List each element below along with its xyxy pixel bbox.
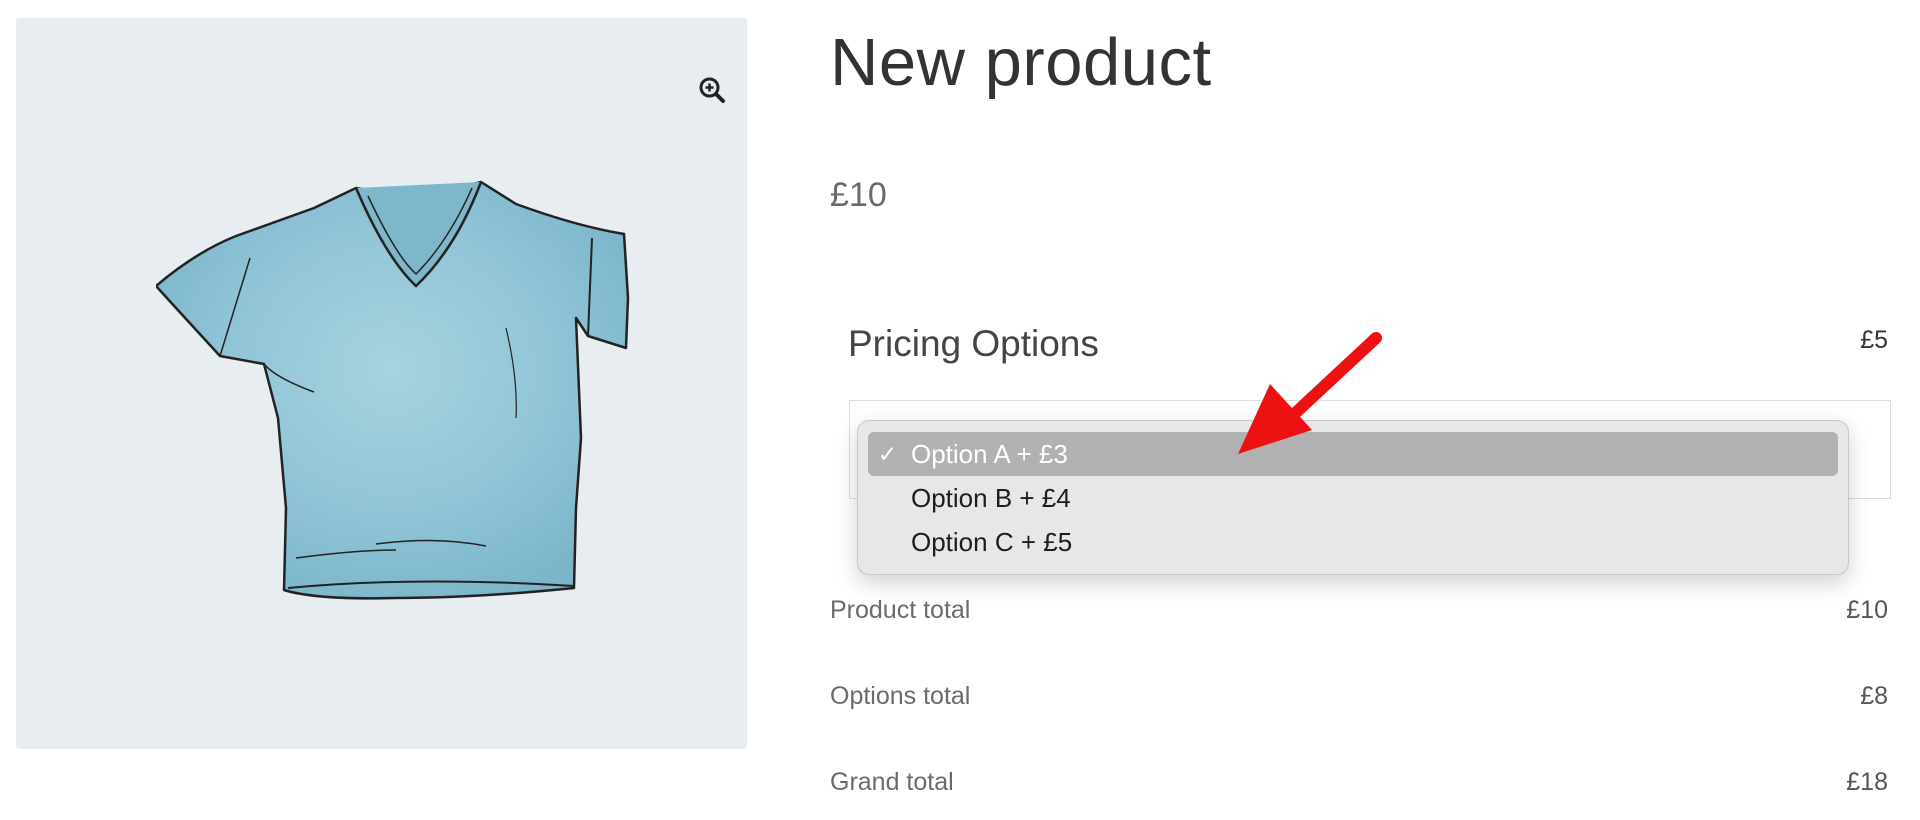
product-image[interactable] [156,178,646,628]
zoom-button[interactable] [692,70,732,110]
product-price: £10 [830,176,887,214]
dropdown-option-c[interactable]: Option C + £5 [868,520,1838,564]
zoom-in-icon [699,77,725,103]
dropdown-option-label: Option A + £3 [911,439,1068,469]
dropdown-option-label: Option B + £4 [911,483,1071,513]
options-total-row: Options total £8 [830,682,1888,711]
grand-total-label: Grand total [830,768,954,796]
product-total-row: Product total £10 [830,596,1888,625]
product-gallery [16,18,747,749]
options-total-value: £8 [1860,682,1888,710]
pricing-options-heading: Pricing Options [848,323,1099,364]
pricing-options-price: £5 [1860,326,1888,354]
dropdown-option-label: Option C + £5 [911,527,1073,557]
annotation-arrow-icon [1238,332,1382,454]
dropdown-option-b[interactable]: Option B + £4 [868,476,1838,520]
checkmark-icon: ✓ [878,441,898,467]
options-total-label: Options total [830,682,971,710]
grand-total-value: £18 [1846,768,1888,796]
product-title: New product [830,25,1212,100]
grand-total-row: Grand total £18 [830,768,1888,797]
product-total-value: £10 [1846,596,1888,624]
product-total-label: Product total [830,596,971,624]
